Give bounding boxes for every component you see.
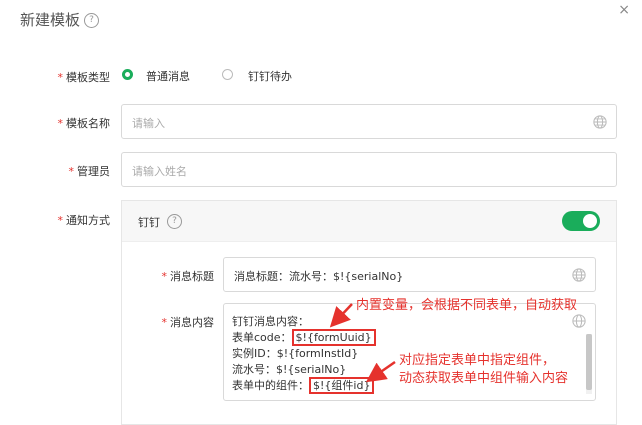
message-content-label: * 消息内容	[144, 314, 215, 330]
message-content-label-text: 消息内容	[170, 316, 214, 329]
content-line-text: 钉钉消息内容：	[232, 315, 309, 328]
globe-icon[interactable]	[593, 115, 607, 129]
close-icon[interactable]: ×	[618, 2, 630, 18]
required-mark: *	[161, 316, 168, 329]
admin-input[interactable]: 请输入姓名	[121, 152, 617, 187]
content-line-text: 表单code：	[232, 331, 292, 344]
globe-icon[interactable]	[572, 314, 586, 328]
form-uuid-variable: $!{formUuid}	[291, 329, 376, 346]
required-mark: *	[57, 117, 64, 130]
content-line-text: 表单中的组件：	[232, 379, 309, 392]
annotation-builtin-variable: 内置变量，会根据不同表单，自动获取	[356, 298, 578, 313]
message-title-value: 消息标题：流水号：$!{serialNo}	[234, 270, 404, 283]
dialog-title-text: 新建模板	[20, 11, 81, 29]
content-line-text: 流水号：$!{serialNo}	[232, 363, 347, 376]
required-mark: *	[161, 270, 168, 283]
scrollbar-thumb[interactable]	[586, 334, 592, 390]
globe-icon[interactable]	[572, 268, 586, 282]
help-circle-icon[interactable]: ?	[167, 214, 182, 229]
required-mark: *	[68, 165, 75, 178]
template-type-label-text: 模板类型	[66, 71, 110, 84]
annotation-component-line2: 动态获取表单中组件输入内容	[399, 371, 569, 386]
channel-name: 钉钉	[138, 216, 160, 229]
notify-method-label-text: 通知方式	[66, 214, 110, 227]
help-circle-icon[interactable]: ?	[84, 13, 100, 28]
message-content-lines: 钉钉消息内容： 表单code： $!{formUuid} 实例ID：$!{form…	[232, 314, 376, 394]
message-title-label: * 消息标题	[144, 268, 215, 284]
annotation-component-line1: 对应指定表单中指定组件，	[399, 353, 556, 368]
content-line-text: 实例ID：$!{formInstId}	[232, 347, 359, 360]
template-type-label: * 模板类型	[40, 69, 111, 85]
radio-normal-message[interactable]	[122, 69, 133, 80]
content-line: 表单code： $!{formUuid}	[232, 329, 376, 346]
content-line: 表单中的组件： $!{组件id}	[232, 377, 376, 394]
component-id-variable: $!{组件id}	[309, 377, 375, 394]
dingtalk-panel-header: 钉钉 ?	[122, 201, 616, 242]
content-line: 钉钉消息内容：	[232, 314, 376, 330]
required-mark: *	[57, 71, 64, 84]
content-line: 流水号：$!{serialNo}	[232, 362, 376, 378]
template-name-label-text: 模板名称	[66, 117, 110, 130]
message-title-input[interactable]: 消息标题：流水号：$!{serialNo}	[223, 257, 596, 292]
radio-normal-message-label[interactable]: 普通消息	[146, 68, 190, 84]
toggle-knob	[583, 214, 597, 228]
content-line: 实例ID：$!{formInstId}	[232, 346, 376, 362]
radio-dingtalk-todo-label[interactable]: 钉钉待办	[248, 68, 292, 84]
template-name-label: * 模板名称	[40, 115, 111, 131]
admin-placeholder: 请输入姓名	[132, 165, 187, 178]
radio-dingtalk-todo[interactable]	[222, 69, 233, 80]
dingtalk-toggle[interactable]	[562, 211, 600, 231]
dialog-title: 新建模板?	[20, 9, 100, 30]
required-mark: *	[57, 214, 64, 227]
notify-method-label: * 通知方式	[40, 212, 111, 228]
admin-label: * 管理员	[40, 163, 111, 179]
admin-label-text: 管理员	[77, 165, 110, 178]
template-name-placeholder: 请输入	[132, 117, 165, 130]
message-title-label-text: 消息标题	[170, 270, 214, 283]
template-name-input[interactable]: 请输入	[121, 104, 617, 139]
scrollbar[interactable]	[586, 334, 592, 394]
